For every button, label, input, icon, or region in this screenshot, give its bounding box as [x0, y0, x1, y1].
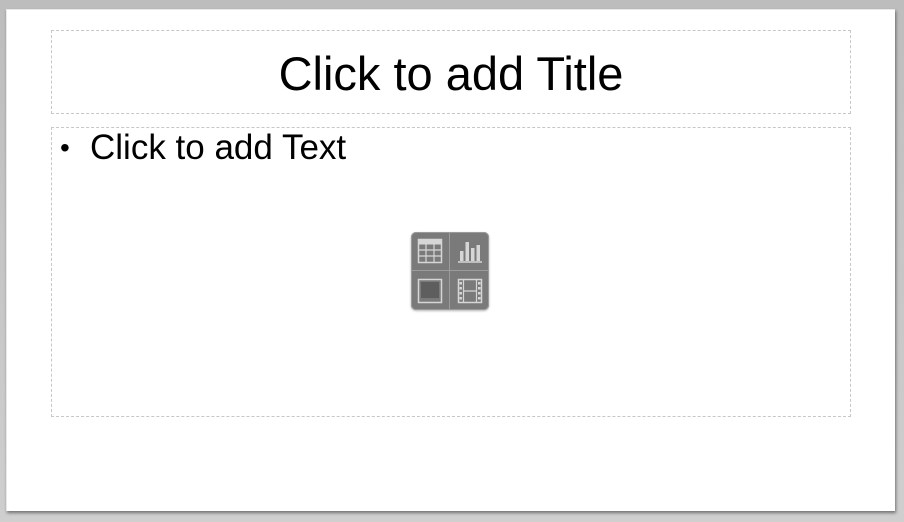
slide-canvas-area: Click to add Title • Click to add Text	[0, 0, 904, 522]
video-icon	[457, 278, 482, 303]
title-placeholder-text: Click to add Title	[278, 46, 624, 100]
bullet-item: • Click to add Text	[60, 128, 346, 168]
chart-icon	[457, 242, 482, 263]
insert-video-button[interactable]	[450, 271, 489, 310]
insert-object-panel	[411, 232, 489, 310]
title-placeholder[interactable]: Click to add Title	[51, 30, 851, 114]
slide[interactable]: Click to add Title • Click to add Text	[6, 9, 895, 511]
insert-chart-button[interactable]	[450, 232, 489, 271]
image-icon	[417, 278, 443, 303]
content-placeholder[interactable]: • Click to add Text	[51, 127, 851, 417]
insert-table-button[interactable]	[411, 232, 450, 271]
table-icon	[417, 238, 443, 264]
insert-image-button[interactable]	[411, 271, 450, 310]
bullet-marker: •	[60, 132, 70, 163]
content-placeholder-text: Click to add Text	[90, 128, 347, 167]
